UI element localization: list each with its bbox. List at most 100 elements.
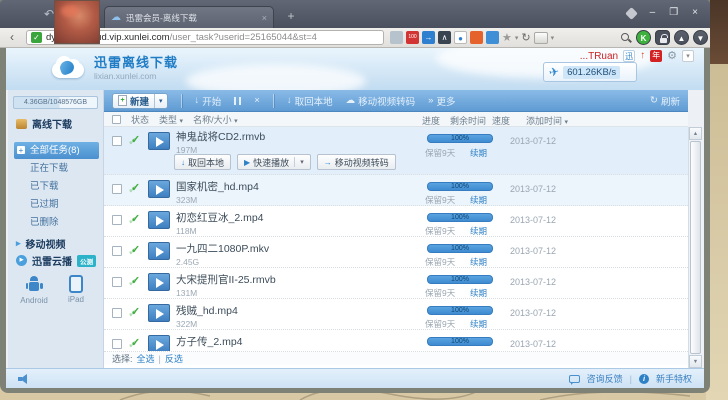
- task-checkbox[interactable]: [112, 339, 122, 349]
- task-row[interactable]: ✓ 一九四二1080P.mkv 2.45G 100% 保留9天 续期 2013-…: [104, 237, 688, 268]
- site-identity-icon[interactable]: ✓: [31, 32, 42, 43]
- row-transcode-button[interactable]: →移动视频转码: [317, 154, 396, 170]
- user-menu-caret-icon[interactable]: ▾: [682, 50, 694, 62]
- video-thumbnail-icon[interactable]: [148, 180, 170, 198]
- select-all-checkbox[interactable]: [112, 115, 121, 124]
- bookmark-star-icon[interactable]: ★: [502, 31, 512, 44]
- task-row[interactable]: ✓ 大宋提刑官II-25.rmvb 131M 100% 保留9天 续期 2013…: [104, 268, 688, 299]
- scrollbar-down-icon[interactable]: ▼: [689, 355, 702, 368]
- task-checkbox[interactable]: [112, 215, 122, 225]
- newbie-guide-link[interactable]: 新手特权: [656, 372, 692, 385]
- task-renew-link[interactable]: 续期: [470, 194, 487, 206]
- extension-chevron-icon[interactable]: ∧: [438, 31, 451, 44]
- vip-badge-icon[interactable]: 迅: [623, 50, 635, 62]
- expand-plus-icon[interactable]: +: [17, 146, 25, 154]
- video-thumbnail-icon[interactable]: [148, 304, 170, 322]
- xunlei-logo[interactable]: 迅雷离线下载 lixian.xunlei.com: [50, 52, 178, 81]
- task-filename[interactable]: 残贼_hd.mp4: [176, 303, 411, 318]
- task-checkbox[interactable]: [112, 136, 122, 146]
- row-quick-play-button[interactable]: ▶快速播放▾: [237, 154, 311, 170]
- announcement-speaker-icon[interactable]: [18, 374, 32, 384]
- task-row[interactable]: ✓ 国家机密_hd.mp4 323M 100% 保留9天 续期 2013-07-…: [104, 175, 688, 206]
- green-addon-button[interactable]: K: [636, 30, 651, 45]
- list-scrollbar[interactable]: ▲ ▼: [688, 127, 702, 368]
- new-task-caret-icon[interactable]: ▾: [154, 94, 167, 108]
- task-filename[interactable]: 方子传_2.mp4: [176, 334, 411, 349]
- gear-icon[interactable]: ⚙: [667, 50, 677, 62]
- row-retrieve-button[interactable]: ↓取回本地: [174, 154, 231, 170]
- task-checkbox[interactable]: [112, 277, 122, 287]
- maximize-button[interactable]: ❐: [669, 7, 678, 19]
- tab-close-icon[interactable]: ×: [262, 13, 267, 23]
- delete-button[interactable]: ×: [254, 95, 260, 106]
- browser-tab[interactable]: ☁ 迅雷会员-离线下载 ×: [104, 6, 274, 28]
- scrollbar-up-icon[interactable]: ▲: [689, 127, 702, 140]
- task-renew-link[interactable]: 续期: [470, 147, 487, 159]
- filter-type[interactable]: 类型 ▾: [159, 113, 183, 126]
- filter-status[interactable]: 状态: [131, 113, 149, 126]
- page-tool-icon[interactable]: [534, 32, 548, 44]
- sidebar-header-offline[interactable]: 离线下载: [16, 116, 72, 131]
- new-task-button[interactable]: +新建 ▾: [112, 93, 168, 109]
- refresh-button[interactable]: ↻ 刷新: [650, 94, 680, 108]
- scroll-down-button[interactable]: ▼: [693, 30, 708, 45]
- username[interactable]: ...TRuan: [580, 51, 618, 62]
- desktop-photo-icon[interactable]: [54, 0, 100, 44]
- sidebar-item-all-tasks[interactable]: + 全部任务(8): [14, 142, 99, 159]
- extension-grid-icon[interactable]: [470, 31, 483, 44]
- device-ipad[interactable]: iPad: [56, 274, 96, 304]
- minimize-button[interactable]: –: [650, 7, 656, 19]
- sidebar-header-mobile-video[interactable]: ▸ 移动视频: [16, 236, 66, 251]
- task-renew-link[interactable]: 续期: [470, 318, 487, 330]
- task-row[interactable]: ✓ 方子传_2.mp4 100% 2013-07-12: [104, 330, 688, 352]
- sidebar-item-expired[interactable]: 已过期: [14, 196, 99, 213]
- page-tool-caret-icon[interactable]: ▾: [551, 34, 555, 42]
- task-row[interactable]: ✓ 神鬼战将CD2.rmvb 197M 100% 保留9天 续期 2013-07…: [104, 127, 688, 175]
- theme-icon[interactable]: [625, 7, 638, 20]
- sidebar-item-downloading[interactable]: 正在下载: [14, 160, 99, 177]
- task-renew-link[interactable]: 续期: [470, 225, 487, 237]
- upgrade-arrow-icon[interactable]: ↑: [640, 50, 645, 62]
- sidebar-item-deleted[interactable]: 已删除: [14, 214, 99, 231]
- task-filename[interactable]: 初恋红豆冰_2.mp4: [176, 210, 411, 225]
- task-renew-link[interactable]: 续期: [470, 287, 487, 299]
- select-all-link[interactable]: 全选: [137, 352, 155, 365]
- task-filename[interactable]: 神鬼战将CD2.rmvb: [176, 129, 411, 144]
- device-android[interactable]: Android: [14, 274, 54, 305]
- mobile-transcode-button[interactable]: ☁ 移动视频转码: [346, 94, 416, 108]
- task-checkbox[interactable]: [112, 308, 122, 318]
- task-filename[interactable]: 国家机密_hd.mp4: [176, 179, 411, 194]
- task-row[interactable]: ✓ 初恋红豆冰_2.mp4 118M 100% 保留9天 续期 2013-07-…: [104, 206, 688, 237]
- pause-button[interactable]: [234, 97, 241, 105]
- extension-drop-icon[interactable]: ●: [454, 31, 467, 44]
- search-icon[interactable]: [619, 31, 632, 44]
- scrollbar-thumb[interactable]: [690, 141, 701, 354]
- lock-icon[interactable]: [655, 30, 670, 45]
- video-thumbnail-icon[interactable]: [148, 273, 170, 291]
- video-thumbnail-icon[interactable]: [148, 132, 170, 150]
- new-tab-button[interactable]: +: [282, 9, 300, 25]
- filter-name-size[interactable]: 名称/大小 ▾: [193, 113, 238, 126]
- extension-folder-icon[interactable]: [486, 31, 499, 44]
- scroll-up-button[interactable]: ▲: [674, 30, 689, 45]
- undo-arrow-icon[interactable]: ↶: [44, 7, 54, 21]
- video-thumbnail-icon[interactable]: [148, 335, 170, 352]
- video-thumbnail-icon[interactable]: [148, 242, 170, 260]
- video-thumbnail-icon[interactable]: [148, 211, 170, 229]
- sidebar-header-cloud-play[interactable]: ▶ 迅雷云播 公测: [16, 253, 96, 268]
- retrieve-local-button[interactable]: ↓ 取回本地: [287, 94, 333, 108]
- reload-icon[interactable]: ↻: [521, 31, 530, 44]
- extension-badge-icon[interactable]: 100: [406, 31, 419, 44]
- close-button[interactable]: ×: [692, 7, 698, 19]
- task-filename[interactable]: 一九四二1080P.mkv: [176, 241, 411, 256]
- extension-icon[interactable]: [390, 31, 403, 44]
- task-row[interactable]: ✓ 残贼_hd.mp4 322M 100% 保留9天 续期 2013-07-12: [104, 299, 688, 330]
- task-checkbox[interactable]: [112, 184, 122, 194]
- column-added-time[interactable]: 添加时间 ▾: [526, 114, 568, 127]
- sidebar-item-downloaded[interactable]: 已下载: [14, 178, 99, 195]
- caret-down-icon[interactable]: ▾: [300, 158, 304, 166]
- bookmark-caret-icon[interactable]: ▾: [515, 34, 519, 42]
- task-filename[interactable]: 大宋提刑官II-25.rmvb: [176, 272, 411, 287]
- extension-arrow-icon[interactable]: →: [422, 31, 435, 44]
- more-button[interactable]: » 更多: [428, 94, 455, 108]
